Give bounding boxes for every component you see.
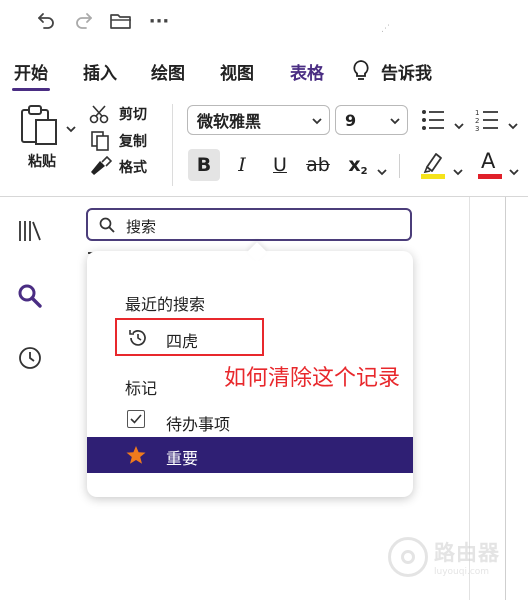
font-color-dropdown-icon[interactable]	[508, 161, 520, 180]
tags-heading: 标记	[125, 379, 158, 398]
checkbox-icon	[127, 410, 145, 428]
page-border	[505, 197, 506, 600]
paste-dropdown-icon[interactable]	[65, 118, 77, 137]
font-size-select[interactable]: 9	[335, 105, 408, 135]
annotation-text: 如何清除这个记录	[224, 366, 401, 391]
redo-icon[interactable]	[71, 8, 97, 34]
italic-button[interactable]: I	[226, 149, 258, 181]
strikethrough-button[interactable]: ab	[302, 149, 334, 181]
notebooks-icon[interactable]	[15, 216, 45, 246]
cut-button[interactable]: 剪切	[119, 104, 147, 124]
search-placeholder: 搜索	[126, 218, 157, 236]
annotation-highlight-box	[115, 318, 264, 356]
watermark-icon	[388, 537, 428, 577]
recent-searches-heading: 最近的搜索	[125, 295, 206, 314]
paste-label: 粘贴	[28, 154, 56, 170]
underline-button[interactable]: U	[264, 149, 296, 181]
format-separator	[399, 154, 400, 178]
font-name-select[interactable]: 微软雅黑	[187, 105, 330, 135]
copy-icon	[90, 130, 110, 156]
svg-text:2: 2	[475, 117, 479, 125]
font-size-value: 9	[345, 110, 357, 130]
font-color-swatch	[478, 174, 502, 179]
ribbon-divider	[0, 196, 528, 197]
open-folder-icon[interactable]	[108, 8, 134, 34]
font-color-label: A	[481, 149, 496, 173]
numbered-list-dropdown-icon[interactable]	[507, 115, 519, 134]
watermark-text: 路由器	[434, 541, 500, 565]
search-input[interactable]: 搜索	[86, 208, 412, 241]
subscript-label: x	[348, 154, 361, 176]
chevron-down-icon	[389, 113, 401, 132]
copy-button[interactable]: 复制	[119, 131, 147, 151]
tab-draw[interactable]: 绘图	[151, 57, 185, 85]
numbered-list-icon[interactable]: 123	[474, 107, 500, 137]
tab-insert[interactable]: 插入	[83, 57, 117, 85]
ribbon-separator	[172, 104, 173, 186]
highlighter-icon[interactable]	[418, 149, 448, 185]
subscript-button[interactable]: x2	[342, 149, 374, 181]
tag-item-label: 重要	[166, 449, 199, 468]
decorative-dot: ⋰	[381, 24, 390, 34]
tab-view[interactable]: 视图	[220, 57, 254, 85]
tag-item-important[interactable]: 重要	[87, 437, 413, 473]
font-color-button[interactable]: A	[476, 149, 504, 181]
subscript-dropdown-icon[interactable]	[376, 161, 388, 180]
font-name-value: 微软雅黑	[197, 112, 262, 131]
subscript-sub-label: 2	[360, 165, 368, 177]
tag-item-todo[interactable]: 待办事项	[166, 411, 230, 435]
star-icon	[125, 445, 147, 469]
highlighter-dropdown-icon[interactable]	[452, 161, 464, 180]
tab-tell-me[interactable]: 告诉我	[381, 57, 432, 85]
watermark-logo: 路由器 luyouqi.com	[388, 537, 500, 577]
undo-icon[interactable]	[33, 8, 59, 34]
svg-text:3: 3	[475, 125, 479, 133]
svg-text:1: 1	[475, 109, 479, 117]
tab-table[interactable]: 表格	[290, 57, 324, 85]
chevron-down-icon	[311, 113, 323, 132]
recent-clock-icon[interactable]	[15, 343, 45, 373]
tab-home[interactable]: 开始	[12, 57, 50, 91]
more-icon[interactable]: ···	[146, 8, 172, 34]
bullet-list-dropdown-icon[interactable]	[453, 115, 465, 134]
paste-button[interactable]	[18, 104, 62, 152]
bold-button[interactable]: B	[188, 149, 220, 181]
format-painter-icon	[88, 155, 113, 180]
format-painter-button[interactable]: 格式	[119, 157, 147, 177]
scissors-icon	[88, 104, 110, 128]
watermark-url: luyouqi.com	[434, 567, 490, 577]
search-icon	[99, 217, 115, 237]
search-icon[interactable]	[15, 281, 45, 311]
lightbulb-icon	[351, 59, 371, 87]
clipboard-icon	[21, 105, 57, 145]
bullet-list-icon[interactable]	[420, 107, 446, 137]
